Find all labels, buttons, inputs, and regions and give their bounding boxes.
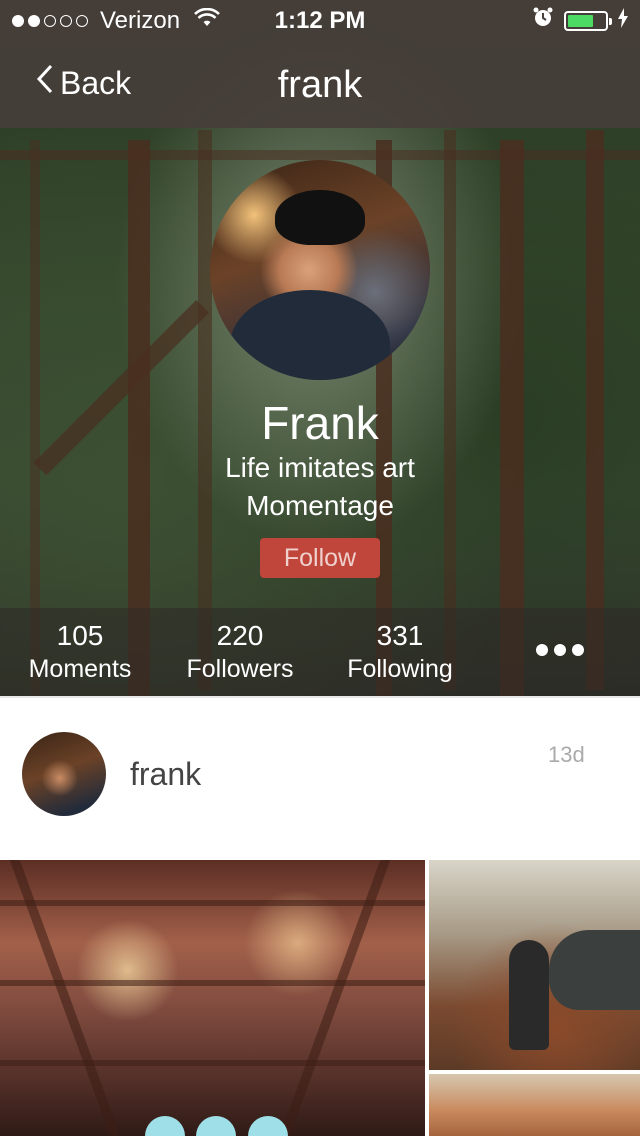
stat-value: 331: [376, 620, 424, 651]
battery-fill: [568, 14, 594, 27]
post-timestamp: 13d: [548, 742, 585, 767]
status-bar: Verizon 1:12 PM: [0, 0, 640, 40]
profile-bio-line: Life imitates art: [225, 452, 415, 483]
more-options-icon[interactable]: [536, 644, 584, 656]
photo-person: [509, 940, 549, 1050]
alarm-icon: [532, 6, 554, 35]
post-author-avatar[interactable]: [22, 732, 106, 816]
profile-name: Frank: [261, 397, 379, 449]
arch-window: [145, 1116, 185, 1136]
ceiling-beam: [0, 1060, 425, 1066]
arch-window: [196, 1116, 236, 1136]
stat-label: Followers: [186, 655, 294, 683]
post-photo-secondary[interactable]: [429, 860, 640, 1070]
ceiling-beam: [0, 900, 425, 906]
stat-following[interactable]: 331 Following: [320, 620, 480, 686]
navigation-bar: Back frank: [0, 40, 640, 128]
ceiling-beam: [0, 980, 425, 986]
stat-label: Moments: [28, 655, 132, 683]
photo-rock: [549, 930, 640, 1010]
more-dot: [536, 644, 548, 656]
avatar-hair: [275, 190, 365, 245]
more-dot: [554, 644, 566, 656]
stat-label: Following: [347, 655, 453, 683]
bolt-icon: [618, 7, 628, 35]
stat-followers[interactable]: 220 Followers: [160, 620, 320, 686]
page-title: frank: [277, 64, 363, 106]
stat-value: 105: [56, 620, 104, 651]
post-author-name[interactable]: frank: [130, 756, 201, 793]
divider: [0, 696, 640, 698]
battery-icon: [564, 10, 612, 31]
profile-stats-bar: 105 Moments 220 Followers 331 Following: [0, 608, 640, 696]
bridge-beam: [0, 150, 640, 160]
arch-window: [248, 1116, 288, 1136]
stat-moments[interactable]: 105 Moments: [0, 620, 160, 686]
status-right: [532, 6, 628, 35]
follow-button[interactable]: Follow: [260, 538, 380, 578]
profile-bio-line: Momentage: [246, 490, 394, 521]
post-photo-main[interactable]: [0, 860, 425, 1136]
avatar-shirt: [230, 290, 390, 380]
stat-value: 220: [216, 620, 264, 651]
more-dot: [572, 644, 584, 656]
profile-avatar[interactable]: [210, 160, 430, 380]
post-photo-tertiary[interactable]: [429, 1074, 640, 1136]
